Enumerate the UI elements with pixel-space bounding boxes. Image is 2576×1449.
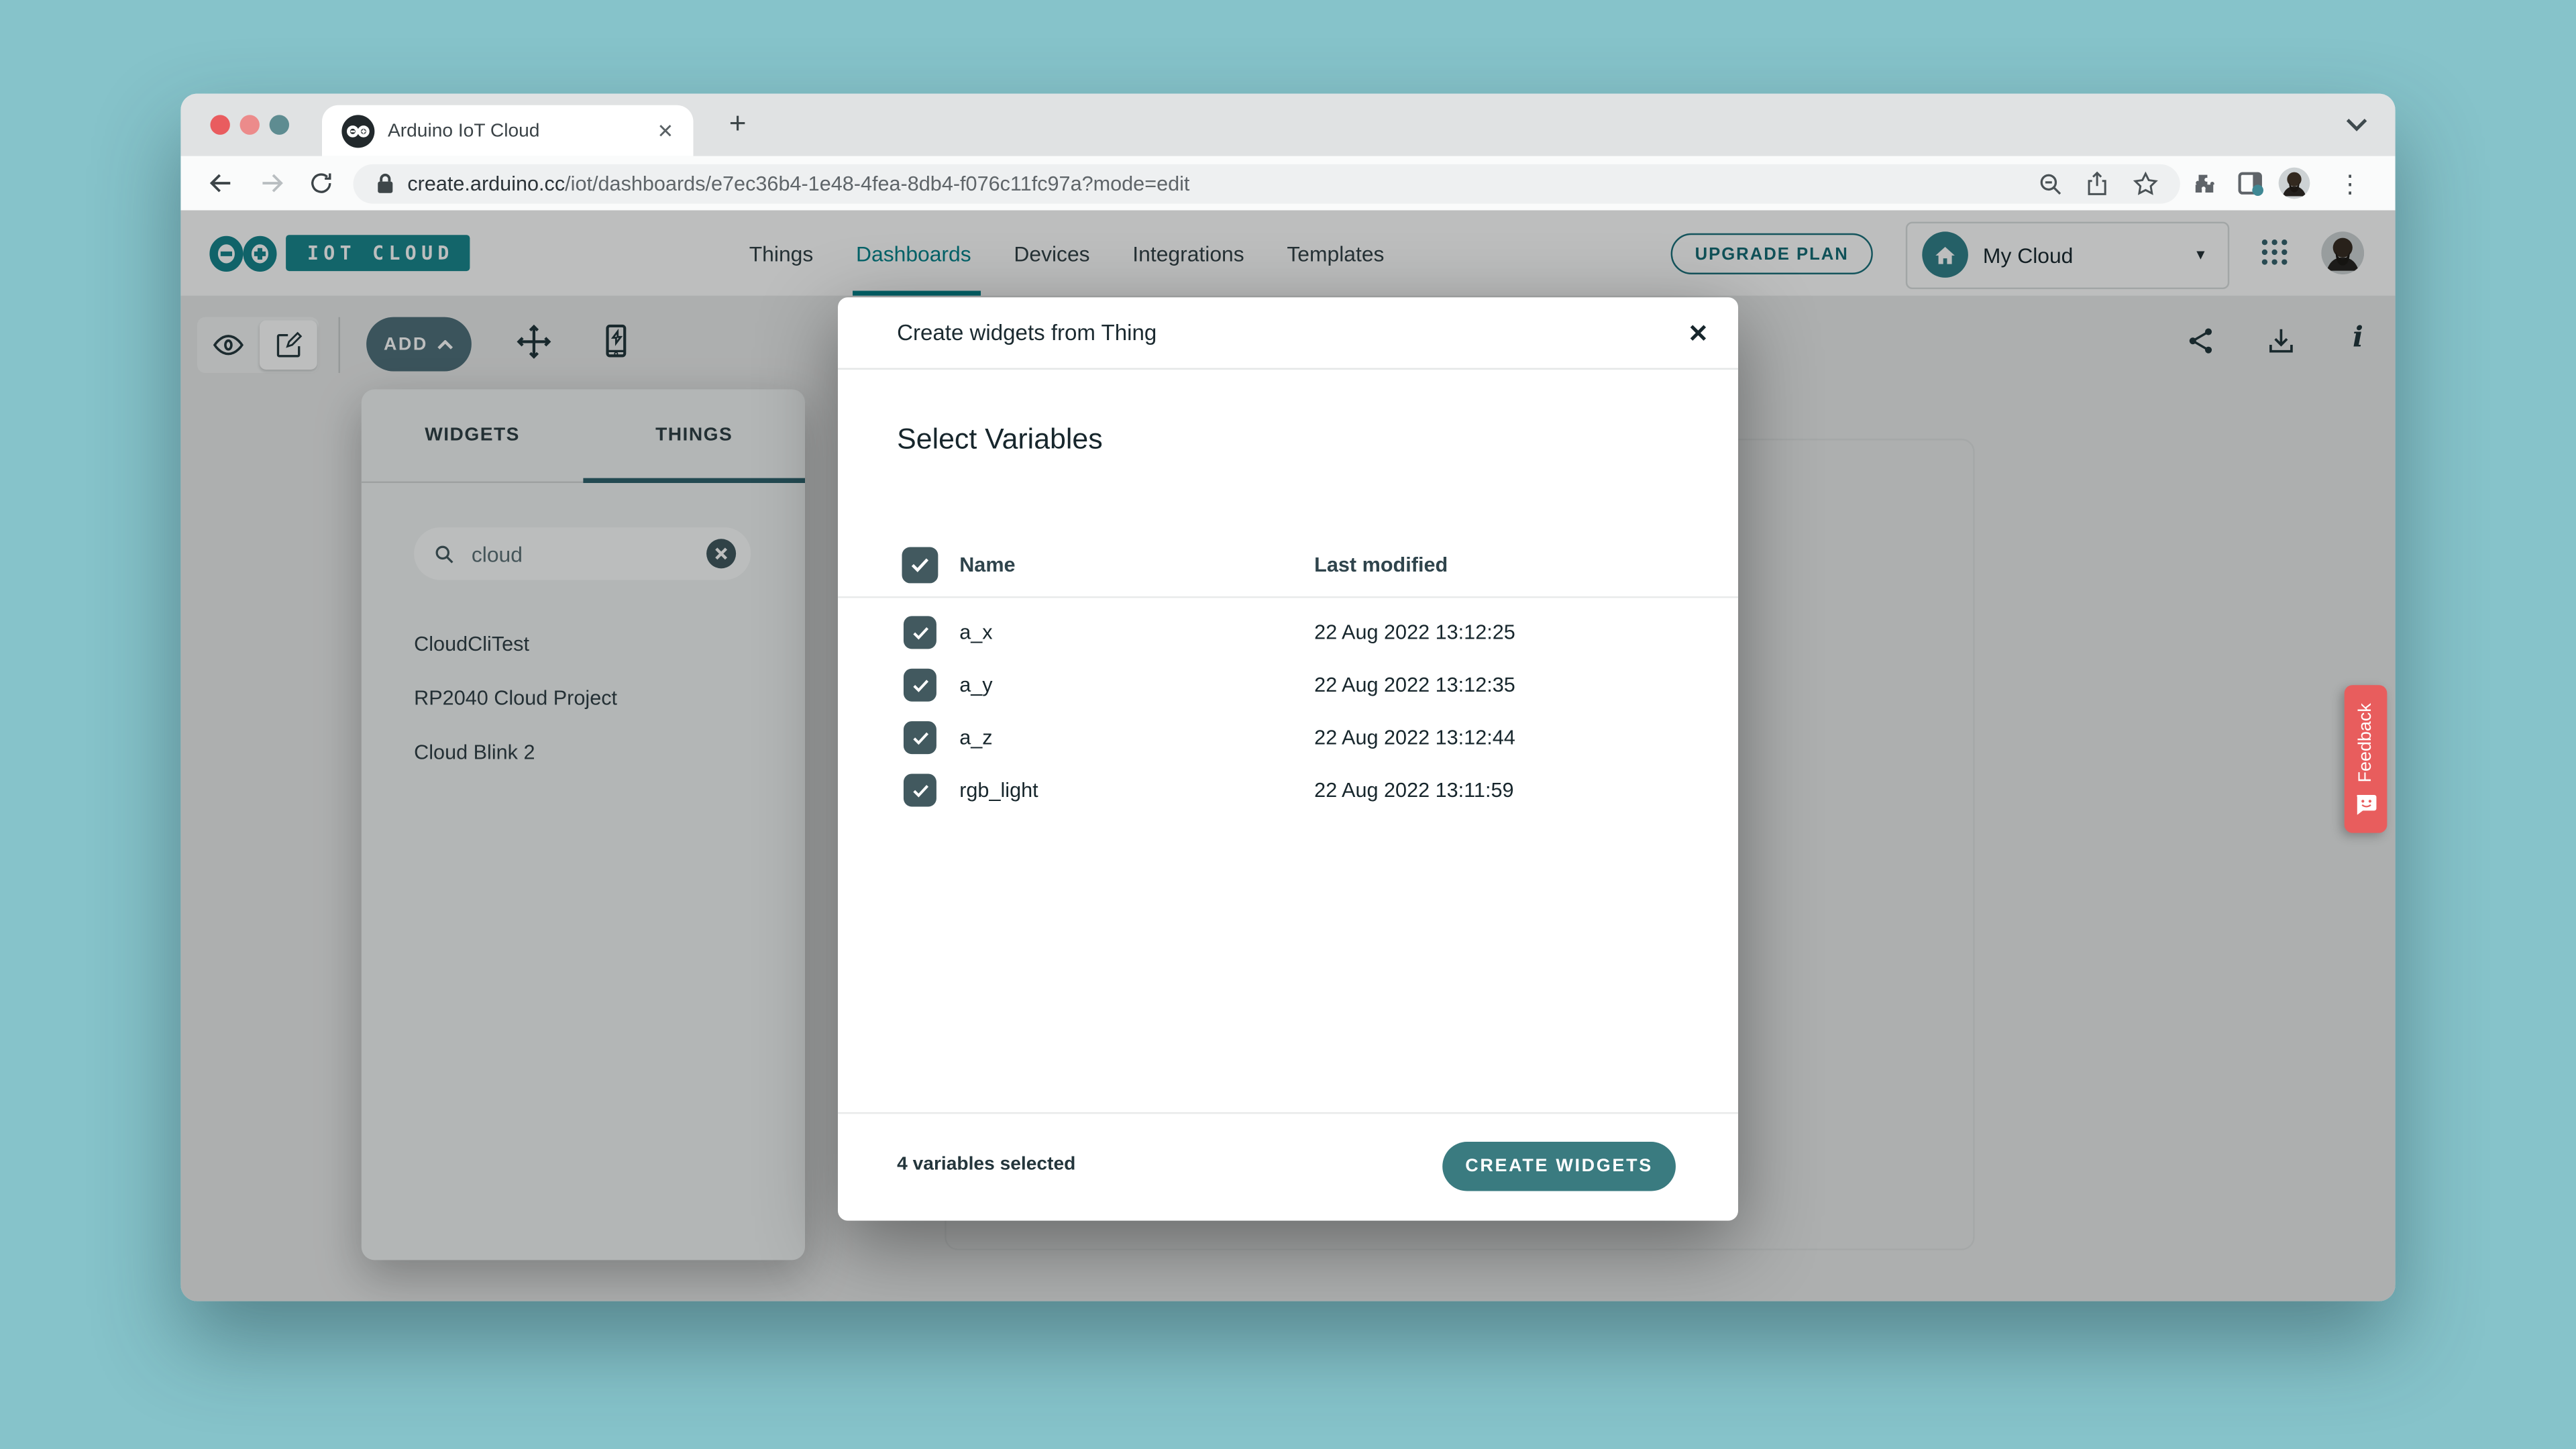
traffic-light-zoom[interactable] (270, 115, 289, 134)
variable-modified: 22 Aug 2022 13:11:59 (1314, 779, 1513, 802)
modal-close-icon[interactable]: ✕ (1688, 318, 1709, 347)
table-divider (838, 596, 1738, 598)
share-icon[interactable] (2085, 156, 2110, 211)
variable-row: rgb_light 22 Aug 2022 13:11:59 (838, 764, 1738, 816)
variable-checkbox[interactable] (904, 669, 936, 702)
arduino-favicon-icon (341, 114, 374, 147)
feedback-smiley-icon (2354, 794, 2377, 815)
variables-table-header: Name Last modified (838, 534, 1738, 596)
variable-checkbox[interactable] (904, 773, 936, 806)
create-widgets-button[interactable]: CREATE WIDGETS (1442, 1142, 1676, 1191)
back-icon[interactable] (207, 156, 235, 211)
variable-checkbox[interactable] (904, 721, 936, 754)
address-bar[interactable]: create.arduino.cc/iot/dashboards/e7ec36b… (354, 164, 2180, 203)
check-icon (910, 557, 930, 573)
column-header-modified: Last modified (1314, 553, 1448, 576)
tab-group-icon[interactable] (2238, 156, 2266, 211)
profile-avatar[interactable] (2279, 156, 2310, 211)
variable-name: a_y (959, 674, 992, 696)
traffic-light-close[interactable] (210, 115, 229, 134)
variable-checkbox[interactable] (904, 616, 936, 649)
reload-icon[interactable] (309, 156, 333, 211)
new-tab-button[interactable]: + (716, 102, 759, 145)
variable-name: a_x (959, 621, 992, 644)
create-widgets-modal: Create widgets from Thing ✕ Select Varia… (838, 297, 1738, 1220)
feedback-tab[interactable]: Feedback (2345, 685, 2387, 833)
variable-row: a_y 22 Aug 2022 13:12:35 (838, 659, 1738, 711)
url-domain: create.arduino.cc (407, 172, 565, 195)
extensions-puzzle-icon[interactable] (2192, 156, 2218, 211)
variable-modified: 22 Aug 2022 13:12:25 (1314, 621, 1515, 644)
tab-search-chevron-icon[interactable] (2346, 118, 2367, 131)
forward-icon[interactable] (258, 156, 286, 211)
variable-row: a_z 22 Aug 2022 13:12:44 (838, 711, 1738, 763)
variables-table-body: a_x 22 Aug 2022 13:12:25 a_y 22 Aug 2022… (838, 606, 1738, 816)
variable-name: a_z (959, 726, 992, 749)
browser-tab[interactable]: Arduino IoT Cloud ✕ (322, 105, 693, 156)
lock-icon (376, 172, 394, 194)
browser-tab-strip: Arduino IoT Cloud ✕ + (180, 94, 2395, 156)
tab-close-icon[interactable]: ✕ (657, 119, 674, 142)
variable-row: a_x 22 Aug 2022 13:12:25 (838, 606, 1738, 659)
browser-toolbar: create.arduino.cc/iot/dashboards/e7ec36b… (180, 156, 2395, 211)
zoom-out-icon[interactable] (2037, 156, 2063, 211)
feedback-label: Feedback (2356, 703, 2375, 782)
variable-name: rgb_light (959, 779, 1038, 802)
tab-title: Arduino IoT Cloud (388, 121, 657, 140)
browser-menu-kebab-icon[interactable]: ⋮ (2338, 156, 2363, 211)
bookmark-star-icon[interactable] (2133, 156, 2159, 211)
url-text: create.arduino.cc/iot/dashboards/e7ec36b… (407, 172, 1189, 195)
browser-window: Arduino IoT Cloud ✕ + creat (180, 94, 2395, 1301)
desktop-background: Arduino IoT Cloud ✕ + creat (0, 0, 2576, 1449)
selection-status: 4 variables selected (897, 1155, 1075, 1175)
modal-header: Create widgets from Thing ✕ (838, 297, 1738, 370)
traffic-light-minimize[interactable] (240, 115, 260, 134)
url-path: /iot/dashboards/e7ec36b4-1e48-4fea-8db4-… (565, 172, 1189, 195)
variable-modified: 22 Aug 2022 13:12:44 (1314, 726, 1515, 749)
column-header-name: Name (959, 553, 1015, 576)
variable-modified: 22 Aug 2022 13:12:35 (1314, 674, 1515, 696)
modal-title: Create widgets from Thing (897, 321, 1688, 345)
select-variables-heading: Select Variables (897, 422, 1103, 456)
footer-divider (838, 1112, 1738, 1114)
select-all-checkbox[interactable] (902, 547, 938, 584)
